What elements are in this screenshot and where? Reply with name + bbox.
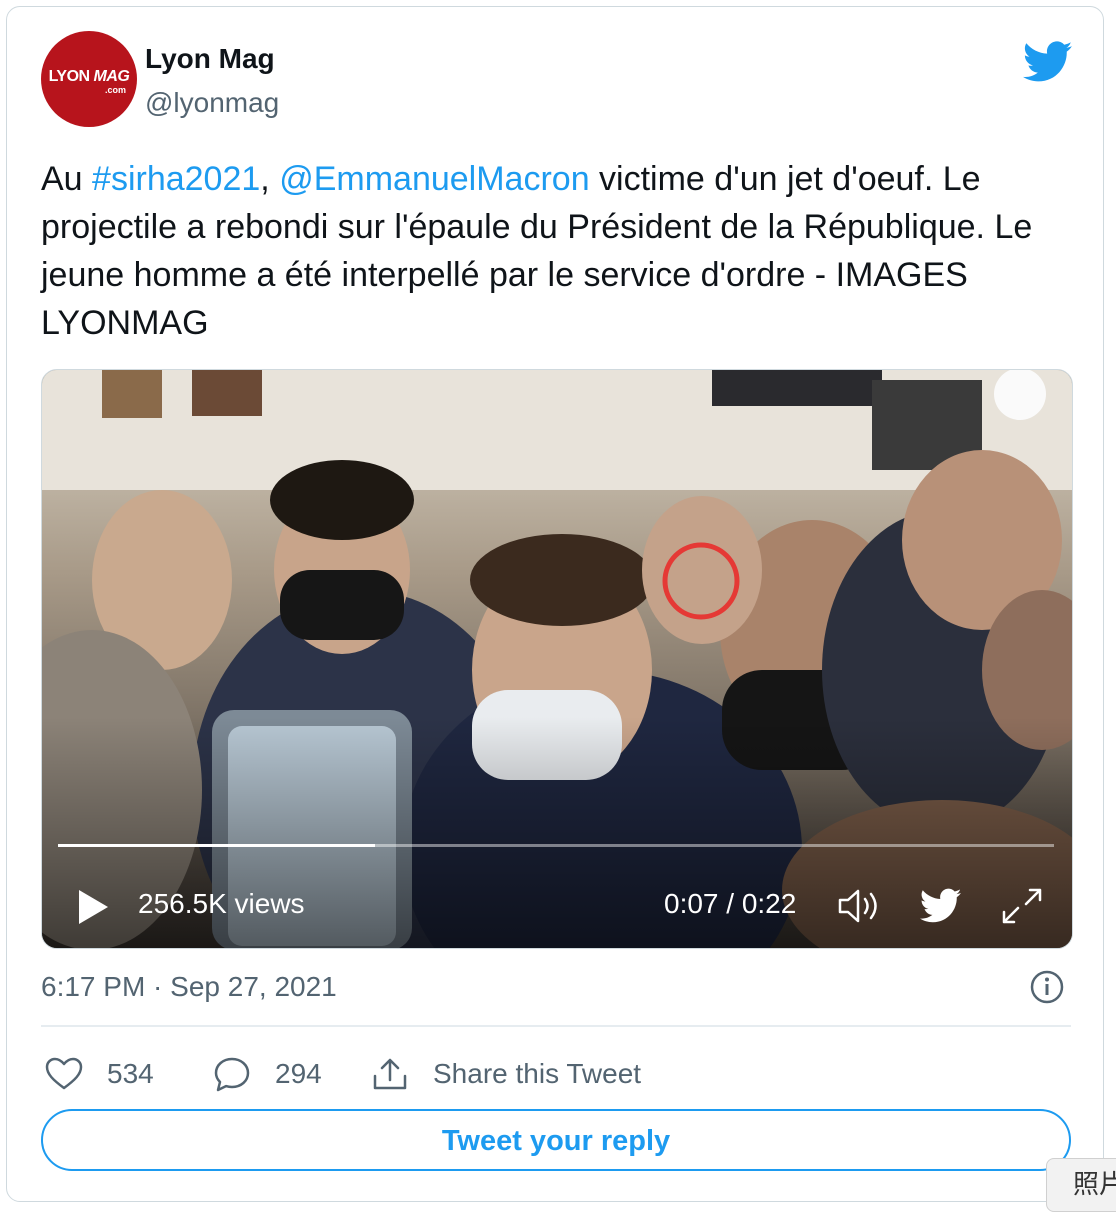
avatar-logo-word: MAG [93,68,130,85]
reply-bubble-icon [214,1057,250,1092]
tweet-timestamp[interactable]: 6:17 PM · Sep 27, 2021 [41,971,337,1003]
tweet-text: Au #sirha2021, @EmmanuelMacron victime d… [41,155,1081,347]
author-handle[interactable]: @lyonmag [145,87,279,119]
mention-link[interactable]: @EmmanuelMacron [279,160,589,198]
tweet-your-reply-button[interactable]: Tweet your reply [41,1109,1071,1171]
avatar-logo-text: LYON MAG [43,68,135,86]
avatar-logo-word: LYON [48,68,94,85]
like-button[interactable]: 534 [45,1053,154,1095]
video-frame [42,370,1072,948]
tweet-card: LYON MAG .com Lyon Mag @lyonmag Au #sirh… [6,6,1104,1202]
avatar[interactable]: LYON MAG .com [41,31,137,127]
twitter-bird-icon[interactable] [920,888,962,924]
progress-fill [58,844,375,847]
tweet-text-part: , [260,160,280,198]
volume-icon[interactable] [836,886,884,926]
author-display-name[interactable]: Lyon Mag [145,43,275,75]
share-icon [373,1058,407,1090]
avatar-logo-subtext: .com [105,85,127,95]
like-count: 534 [107,1058,154,1089]
divider [41,1025,1071,1027]
video-player[interactable]: 256.5K views 0:07 / 0:22 [41,369,1073,949]
play-icon[interactable] [76,888,110,926]
info-icon[interactable] [1029,969,1065,1005]
share-button[interactable]: Share this Tweet [371,1053,641,1095]
heart-icon [45,1057,83,1090]
tweet-text-part: Au [41,160,93,198]
share-label: Share this Tweet [433,1058,642,1089]
progress-bar[interactable] [58,844,1054,847]
view-count: 256.5K views [138,888,305,919]
reply-count: 294 [275,1058,322,1089]
hashtag-link[interactable]: #sirha2021 [92,160,260,198]
twitter-bird-icon[interactable] [1023,41,1073,83]
fullscreen-icon[interactable] [1000,886,1044,926]
reply-button[interactable]: 294 [213,1053,322,1095]
time-readout: 0:07 / 0:22 [664,888,797,919]
overlay-chip[interactable]: 照片 [1046,1158,1116,1212]
